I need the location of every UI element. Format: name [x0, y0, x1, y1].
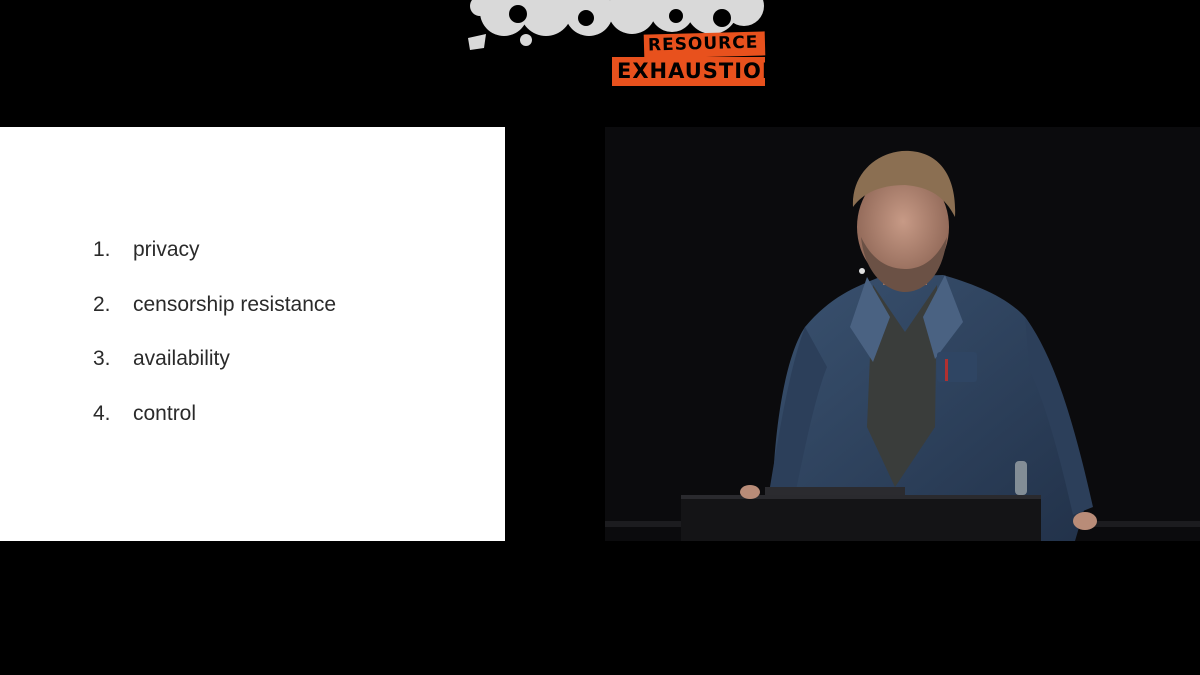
- list-item-text: control: [133, 401, 197, 425]
- event-logo: RESOURCE EXHAUSTION: [466, 0, 779, 92]
- speaker-video-feed: [605, 127, 1200, 541]
- list-item-text: censorship resistance: [133, 292, 337, 316]
- list-item-number: 2.: [93, 292, 111, 316]
- list-item-text: privacy: [133, 238, 200, 261]
- list-item: 3. availability: [93, 347, 336, 402]
- logo-line-exhaustion: EXHAUSTION: [612, 57, 779, 86]
- list-item-number: 1.: [93, 238, 111, 261]
- list-item-text: availability: [133, 347, 230, 370]
- list-item-number: 4.: [93, 401, 111, 425]
- slide-list: 1. privacy 2. censorship resistance 3. a…: [93, 238, 336, 456]
- logo-line-resource: RESOURCE: [643, 31, 766, 59]
- list-item: 4. control: [93, 402, 336, 457]
- list-item: 2. censorship resistance: [93, 293, 336, 348]
- list-item: 1. privacy: [93, 238, 336, 293]
- speaker-at-podium-photo: [605, 127, 1200, 541]
- list-item-number: 3.: [93, 347, 111, 370]
- presentation-slide: 1. privacy 2. censorship resistance 3. a…: [0, 127, 505, 541]
